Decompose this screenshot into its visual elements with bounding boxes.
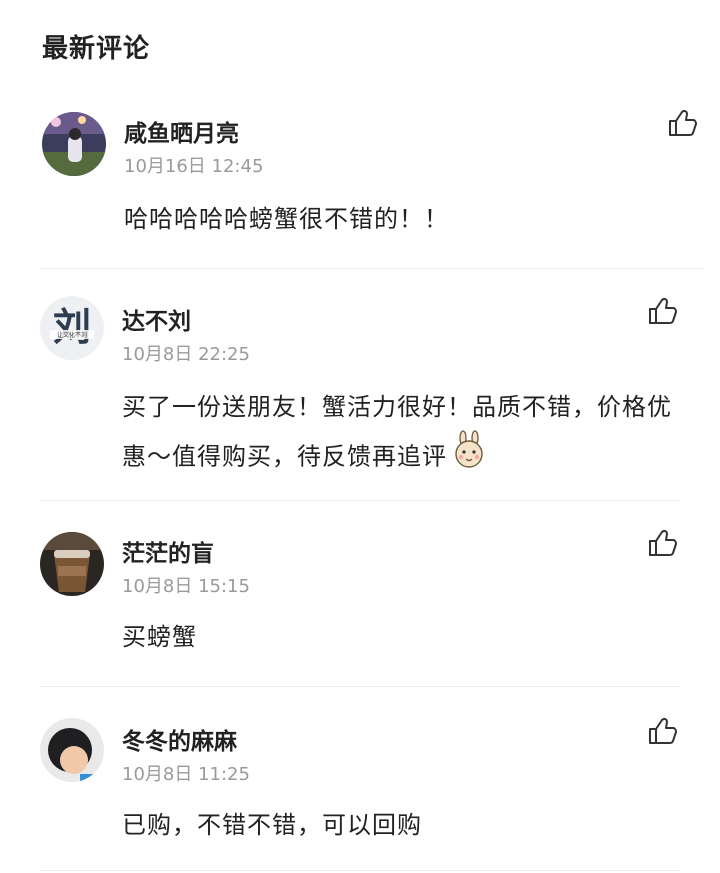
like-button[interactable] [646,714,680,748]
comment-time: 10月8日 15:15 [122,576,250,597]
divider [40,500,680,501]
thumbs-up-icon [669,109,697,136]
like-button[interactable] [646,294,680,328]
like-button[interactable] [666,106,700,140]
section-title: 最新评论 [42,34,151,64]
comment-text: 已购，不错不错，可以回购 [122,811,422,839]
user-name[interactable]: 达不刘 [122,302,191,336]
comment-text: 哈哈哈哈哈螃蟹很不错的！！ [124,205,449,233]
comment-text: 买螃蟹 [122,623,197,651]
like-button[interactable] [646,526,680,560]
comment-text-body: 买了一份送朋友！蟹活力很好！品质不错，价格优惠～值得购买，待反馈再追评 [122,393,672,471]
avatar[interactable]: 刘 让文化不刘 [40,296,104,360]
comment-text: 买了一份送朋友！蟹活力很好！品质不错，价格优惠～值得购买，待反馈再追评 [122,384,692,485]
user-name[interactable]: 咸鱼晒月亮 [124,114,239,148]
avatar[interactable] [42,112,106,176]
divider [40,686,680,687]
user-name[interactable]: 冬冬的麻麻 [122,722,237,756]
avatar-subtext: 让文化不刘 [57,331,87,339]
bunny-face-emoji-icon [449,430,489,485]
divider [40,268,704,269]
comment-time: 10月8日 11:25 [122,764,250,785]
comments-page: 最新评论 咸鱼晒月亮 10月16日 12:45 哈哈哈哈哈螃蟹很不错的！！ 刘 … [0,0,720,873]
comment-time: 10月16日 12:45 [124,156,264,177]
avatar-text: 刘 [53,305,91,349]
thumbs-up-icon [649,529,677,556]
avatar[interactable] [40,532,104,596]
avatar[interactable] [40,718,104,782]
comment-time: 10月8日 22:25 [122,344,250,365]
thumbs-up-icon [649,717,677,744]
user-name[interactable]: 茫茫的盲 [122,534,214,568]
divider [40,870,680,871]
thumbs-up-icon [649,297,677,324]
